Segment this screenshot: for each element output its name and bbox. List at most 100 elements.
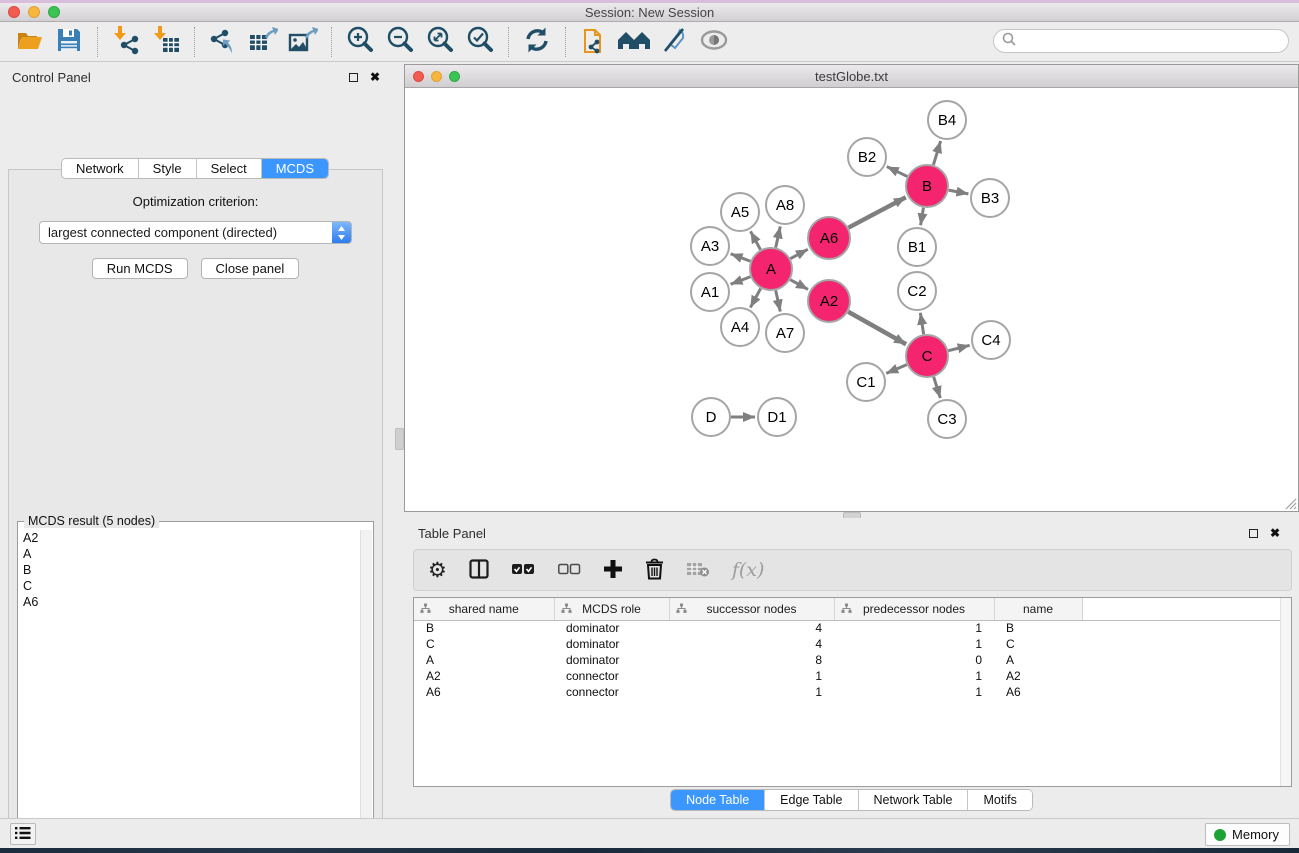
tab-style[interactable]: Style	[139, 159, 197, 178]
edge-B-B2[interactable]	[887, 167, 907, 177]
cell-name[interactable]: A2	[994, 668, 1082, 684]
tab-node-table[interactable]: Node Table	[671, 790, 765, 810]
export-network-button[interactable]	[206, 25, 240, 59]
cell-mcds_role[interactable]: dominator	[554, 620, 669, 636]
window-resize-grip[interactable]	[1284, 497, 1297, 510]
table-row[interactable]: Adominator80A	[414, 652, 1291, 668]
mcds-result-item[interactable]: A2	[19, 530, 360, 546]
optimization-criterion-select[interactable]: largest connected component (directed)	[39, 221, 352, 244]
tab-select[interactable]: Select	[197, 159, 262, 178]
mcds-result-item[interactable]: A6	[19, 594, 360, 610]
edge-C-C1[interactable]	[886, 365, 907, 374]
cell-shared_name[interactable]: A6	[414, 684, 554, 700]
zoom-in-button[interactable]	[343, 25, 377, 59]
column-header-name[interactable]: name	[994, 598, 1082, 620]
run-mcds-button[interactable]: Run MCDS	[92, 258, 188, 279]
import-network-button[interactable]	[109, 25, 143, 59]
open-session-button[interactable]	[12, 25, 46, 59]
zoom-out-button[interactable]	[383, 25, 417, 59]
cell-mcds_role[interactable]: connector	[554, 668, 669, 684]
search-input[interactable]	[1016, 34, 1280, 49]
hide-label-details-button[interactable]	[657, 25, 691, 59]
minimize-window-button[interactable]	[28, 6, 40, 18]
edge-A-A6[interactable]	[790, 249, 807, 258]
cell-predecessor_nodes[interactable]: 1	[834, 684, 994, 700]
edge-A-A5[interactable]	[751, 231, 761, 249]
network-minimize-button[interactable]	[431, 71, 442, 82]
cell-name[interactable]: A6	[994, 684, 1082, 700]
deselect-all-rows-button[interactable]	[557, 562, 581, 579]
cell-mcds_role[interactable]: dominator	[554, 652, 669, 668]
cell-name[interactable]: A	[994, 652, 1082, 668]
edge-A-A7[interactable]	[776, 290, 781, 311]
float-panel-button[interactable]	[345, 69, 361, 85]
cell-name[interactable]: B	[994, 620, 1082, 636]
table-scrollbar[interactable]	[1280, 598, 1291, 786]
float-table-panel-button[interactable]	[1245, 525, 1261, 541]
cell-shared_name[interactable]: B	[414, 620, 554, 636]
select-all-rows-button[interactable]	[511, 562, 535, 579]
cell-successor_nodes[interactable]: 1	[669, 684, 834, 700]
cell-predecessor_nodes[interactable]: 1	[834, 636, 994, 652]
edge-A-A8[interactable]	[776, 226, 781, 247]
edge-C-C3[interactable]	[934, 377, 941, 398]
column-header-shared_name[interactable]: shared name	[414, 598, 554, 620]
cell-mcds_role[interactable]: connector	[554, 684, 669, 700]
table-options-button[interactable]: ⚙	[428, 560, 447, 581]
tab-mcds[interactable]: MCDS	[262, 159, 328, 178]
delete-column-button[interactable]	[645, 558, 664, 583]
zoom-fit-button[interactable]	[423, 25, 457, 59]
show-graphics-details-button[interactable]	[697, 25, 731, 59]
mcds-result-item[interactable]: A	[19, 546, 360, 562]
network-canvas[interactable]: B4B2BB3A5A8A6B1A3AA1C2A2A4A7C4CC1C3DD1	[405, 88, 1298, 511]
edge-C-C4[interactable]	[948, 345, 969, 350]
table-row[interactable]: A2connector11A2	[414, 668, 1291, 684]
cell-shared_name[interactable]: A2	[414, 668, 554, 684]
import-table-button[interactable]	[149, 25, 183, 59]
edge-A-A1[interactable]	[731, 277, 751, 284]
tab-network-table[interactable]: Network Table	[859, 790, 969, 810]
cell-name[interactable]: C	[994, 636, 1082, 652]
table-row[interactable]: A6connector11A6	[414, 684, 1291, 700]
cell-predecessor_nodes[interactable]: 1	[834, 668, 994, 684]
network-close-button[interactable]	[413, 71, 424, 82]
export-image-button[interactable]	[286, 25, 320, 59]
cell-successor_nodes[interactable]: 4	[669, 636, 834, 652]
tab-edge-table[interactable]: Edge Table	[765, 790, 858, 810]
close-panel-action-button[interactable]: Close panel	[201, 258, 300, 279]
cell-successor_nodes[interactable]: 1	[669, 668, 834, 684]
network-from-clipboard-button[interactable]	[577, 25, 611, 59]
table-row[interactable]: Cdominator41C	[414, 636, 1291, 652]
edge-B-B4[interactable]	[933, 141, 940, 165]
show-columns-button[interactable]	[469, 559, 489, 582]
add-column-button[interactable]	[603, 559, 623, 582]
save-session-button[interactable]	[52, 25, 86, 59]
tab-motifs[interactable]: Motifs	[968, 790, 1031, 810]
cell-successor_nodes[interactable]: 4	[669, 620, 834, 636]
edge-A-A2[interactable]	[790, 280, 808, 290]
cell-mcds_role[interactable]: dominator	[554, 636, 669, 652]
close-table-panel-button[interactable]: ✖	[1267, 525, 1283, 541]
mcds-result-item[interactable]: C	[19, 578, 360, 594]
cell-shared_name[interactable]: C	[414, 636, 554, 652]
export-table-button[interactable]	[246, 25, 280, 59]
edge-C-C2[interactable]	[920, 313, 923, 335]
column-header-predecessor_nodes[interactable]: predecessor nodes	[834, 598, 994, 620]
home-button[interactable]	[617, 25, 651, 59]
search-field[interactable]	[993, 29, 1289, 53]
network-graph[interactable]: B4B2BB3A5A8A6B1A3AA1C2A2A4A7C4CC1C3DD1	[405, 88, 1298, 511]
edge-A-A4[interactable]	[750, 288, 760, 307]
column-header-mcds_role[interactable]: MCDS role	[554, 598, 669, 620]
vertical-splitter-handle[interactable]	[395, 428, 404, 450]
edge-A2-C[interactable]	[848, 312, 906, 344]
mcds-result-item[interactable]: B	[19, 562, 360, 578]
table-row[interactable]: Bdominator41B	[414, 620, 1291, 636]
edge-B-B1[interactable]	[921, 208, 924, 226]
refresh-button[interactable]	[520, 25, 554, 59]
network-zoom-button[interactable]	[449, 71, 460, 82]
edge-A-A3[interactable]	[731, 254, 751, 261]
column-header-successor_nodes[interactable]: successor nodes	[669, 598, 834, 620]
memory-button[interactable]: Memory	[1205, 823, 1290, 846]
task-history-button[interactable]	[10, 823, 36, 845]
close-panel-button[interactable]: ✖	[367, 69, 383, 85]
